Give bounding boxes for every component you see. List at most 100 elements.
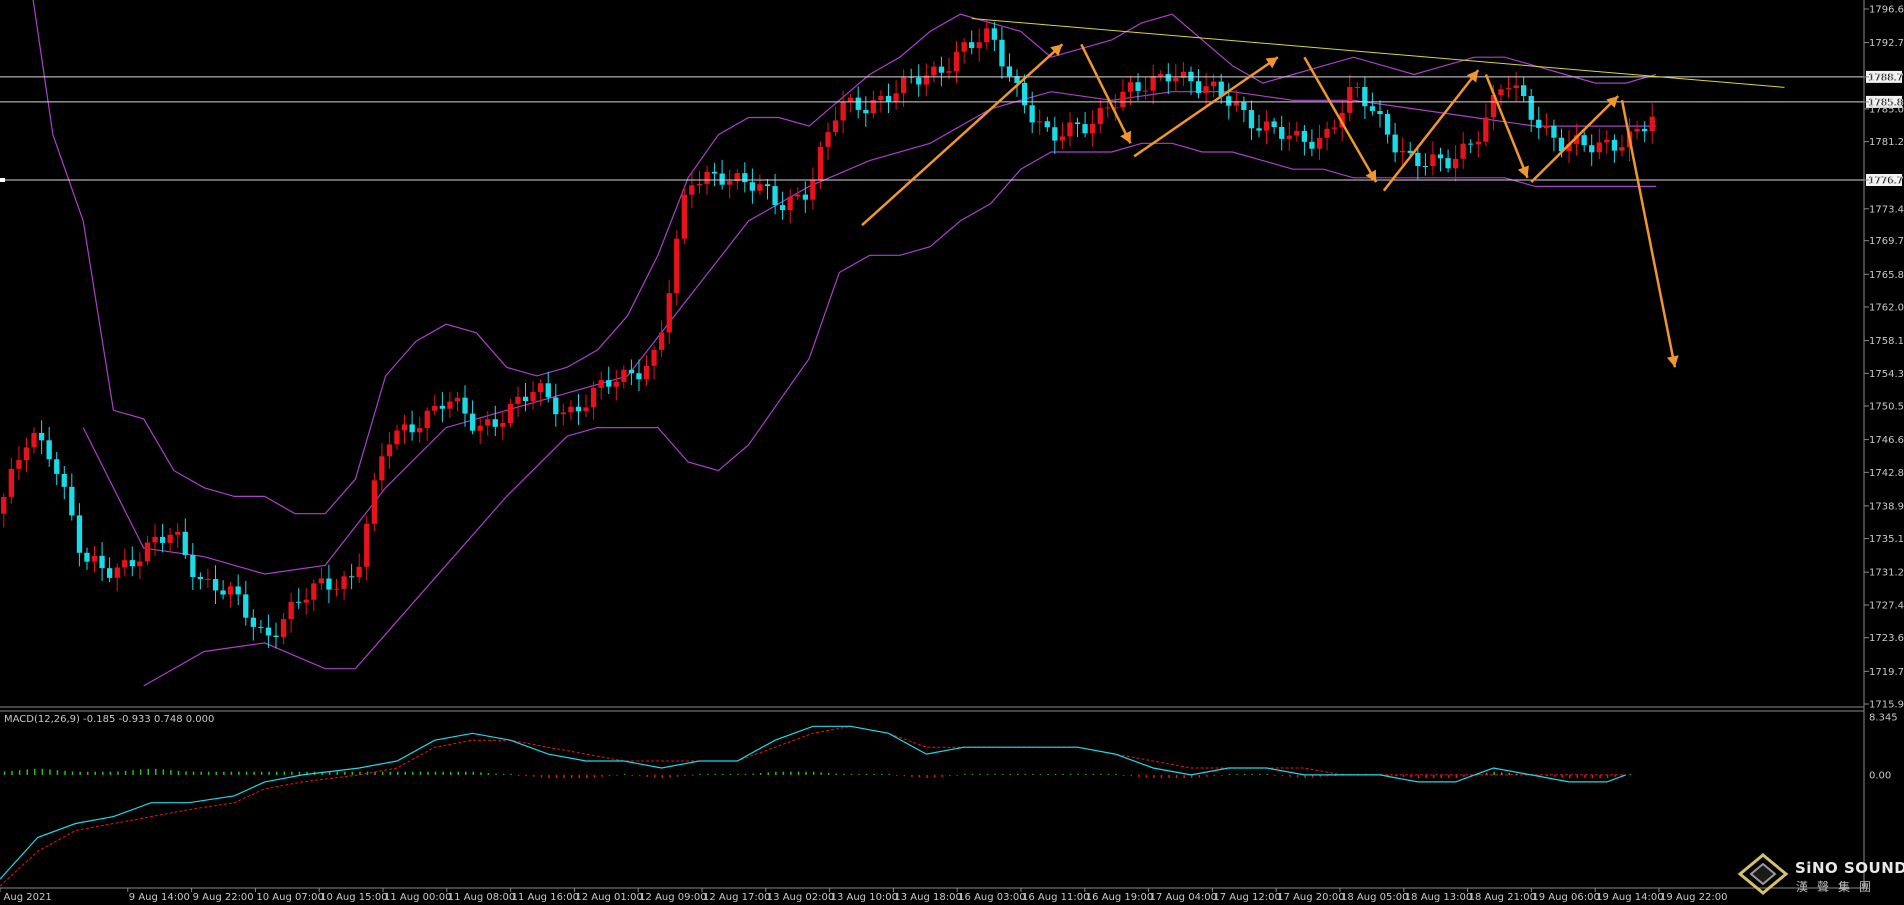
candle-body [772,186,778,206]
candle-body [1074,122,1081,125]
macd-histogram-bar [570,774,573,779]
candle-body [545,383,551,398]
macd-histogram-bar [502,773,505,775]
candle-body [938,66,945,73]
macd-histogram-bar [812,771,815,775]
macd-histogram-bar [941,774,943,777]
macd-histogram-bar [457,771,459,775]
candle-body [1052,127,1058,141]
time-tick-label: 10 Aug 07:00 [256,892,323,903]
macd-histogram-bar [767,772,769,775]
macd-histogram-bar [1024,773,1027,775]
macd-histogram-bar [805,771,807,775]
macd-histogram-bar [109,771,112,775]
candle-body [1195,81,1202,93]
candle-body [583,407,589,412]
macd-histogram-bar [691,774,694,776]
price-tick-label: 1738.90 [1869,501,1904,512]
candle-body [840,102,846,121]
candle-body [1475,141,1481,145]
candle-body [243,594,249,618]
macd-histogram-bar [752,773,754,775]
macd-histogram-bar [427,771,429,775]
macd-histogram-bar [1001,773,1004,775]
macd-histogram-bar [1153,774,1155,779]
candle-body [1369,106,1376,111]
candle-body [265,627,272,636]
candle-body [1226,96,1232,106]
macd-histogram-bar [1183,774,1185,779]
time-tick-label: 12 Aug 01:00 [575,892,642,903]
macd-histogram-bar [518,774,520,776]
candle-body [727,181,733,185]
macd-histogram-bar [986,773,989,775]
candle-body [144,542,151,562]
candle-body [1127,82,1134,92]
candle-body [1498,89,1504,95]
candle-body [696,183,703,186]
macd-histogram-bar [714,773,717,775]
macd-histogram-bar [1168,774,1170,779]
macd-histogram-bar [525,774,527,777]
candle-body [613,381,619,387]
macd-histogram-bar [1107,773,1110,775]
candle-body [46,440,52,460]
macd-histogram-bar [1062,773,1064,775]
macd-histogram-bar [291,771,293,775]
macd-histogram-bar [1243,773,1246,775]
candle-body [401,424,408,431]
macd-histogram-bar [971,773,974,775]
macd-histogram-bar [1122,774,1125,776]
candle-body [1067,122,1073,137]
macd-histogram-bar [790,771,792,775]
macd-histogram-bar [616,774,618,776]
time-tick-label: 9 Aug 2021 [0,892,52,903]
candle-body [636,373,642,380]
candle-body [522,396,529,401]
macd-histogram-bar [722,773,724,775]
candle-body [1347,87,1353,113]
candle-body [1006,66,1013,77]
time-tick-label: 17 Aug 04:00 [1150,892,1217,903]
candle-body [1604,139,1610,143]
candle-body [1294,130,1300,136]
macd-histogram-bar [964,773,966,775]
candle-body [1203,86,1209,93]
candle-body [258,626,264,628]
macd-histogram-bar [465,771,467,775]
macd-histogram-bar [1274,774,1276,776]
macd-histogram-bar [56,770,59,775]
candle-body [1324,128,1330,138]
macd-histogram-bar [1198,774,1200,778]
candle-body [349,576,355,578]
macd-histogram-bar [578,774,580,779]
candle-body [492,419,498,427]
candle-body [795,194,801,197]
price-tick-label: 1781.20 [1869,137,1904,148]
macd-histogram-bar [472,771,475,775]
candle-body [1642,128,1648,132]
candle-body [1165,74,1171,82]
candle-body [31,432,37,448]
macd-histogram-bar [850,773,853,775]
time-tick-label: 11 Aug 00:00 [384,892,451,903]
candle-body [1286,135,1292,139]
candle-body [832,120,839,133]
macd-histogram-bar [933,774,936,778]
price-tick-label: 1796.60 [1869,5,1904,16]
macd-histogram-bar [1130,774,1132,777]
macd-histogram-bar [155,768,157,775]
candle-body [462,397,468,414]
candle-body [659,332,665,350]
candle-body [1256,128,1262,131]
candle-body [76,515,83,553]
price-tick-label: 1758.10 [1869,336,1904,347]
candle-body [651,349,657,366]
macd-scale-label: 8.345 [1869,713,1898,724]
candle-body [190,555,196,577]
candle-body [386,444,393,457]
candle-body [1037,121,1043,123]
candle-body [893,93,899,103]
candle-body [182,531,188,555]
candle-body [681,194,687,239]
